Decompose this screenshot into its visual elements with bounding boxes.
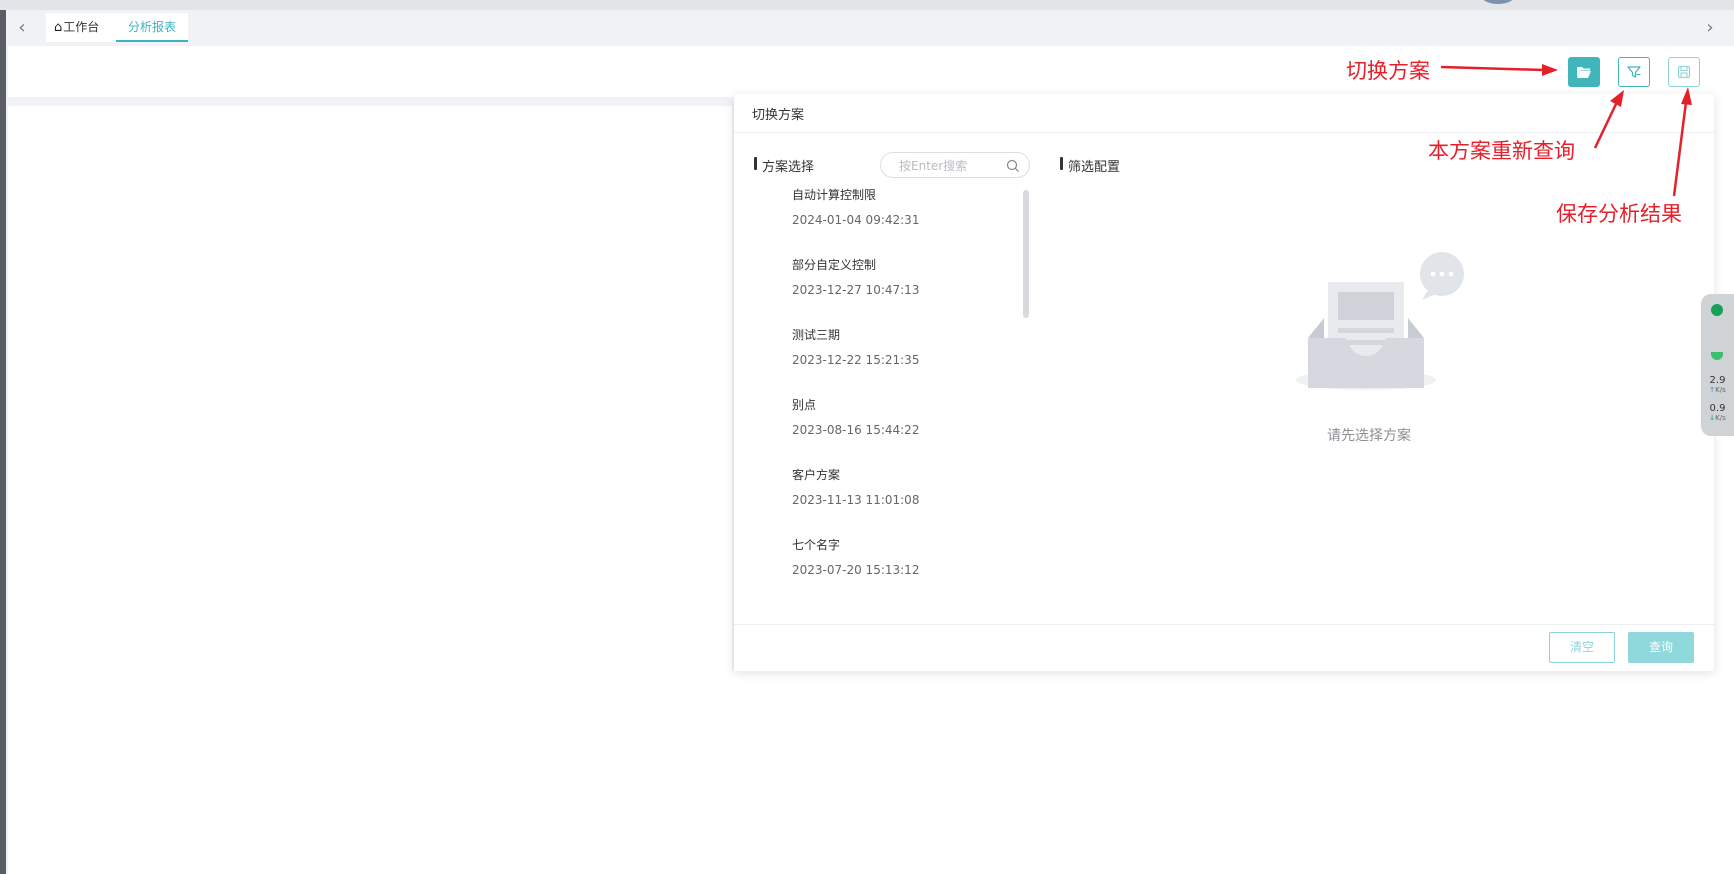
save-result-button[interactable] [1668, 57, 1700, 87]
download-speed-value: 0.9 [1709, 403, 1726, 414]
download-speed: 0.9 ↓K/s [1701, 404, 1734, 423]
plan-name: 客户方案 [792, 468, 841, 482]
upload-speed-value: 2.9 [1709, 375, 1726, 386]
search-icon[interactable] [1005, 158, 1021, 174]
save-icon [1677, 65, 1691, 79]
empty-inbox-illustration [1296, 252, 1464, 390]
plan-date: 2023-12-22 15:21:35 [792, 353, 920, 367]
plan-date: 2023-11-13 11:01:08 [792, 493, 920, 507]
toolbar [8, 46, 1714, 97]
tab-workbench-label: 工作台 [63, 20, 100, 34]
plan-list-item[interactable]: 自动计算控制限 2024-01-04 09:42:31 [790, 186, 1020, 256]
plan-search-input[interactable] [899, 157, 1003, 175]
plan-list-item[interactable]: 七个名字 2023-07-20 15:13:12 [790, 536, 1020, 606]
content-right-edge [1714, 46, 1734, 874]
dialog-footer-divider [734, 624, 1714, 625]
left-rail [0, 10, 6, 874]
dialog-title: 切换方案 [752, 108, 805, 123]
tab-workbench[interactable]: ⌂工作台 [46, 13, 119, 42]
tab-bar: ‹ ⌂工作台 分析报表 › [6, 10, 1734, 46]
dialog-divider [734, 132, 1714, 133]
chevron-left-icon[interactable]: ‹ [12, 18, 32, 38]
filter-icon [1627, 66, 1641, 78]
chevron-right-icon[interactable]: › [1700, 18, 1720, 38]
plan-list-scrollbar[interactable] [1023, 190, 1029, 318]
folder-open-icon [1577, 67, 1591, 78]
switch-plan-dialog: 切换方案 方案选择 自动计算控制限 2024-01-04 09:42:31 部分… [734, 94, 1714, 671]
upload-speed: 2.9 ↑K/s [1701, 376, 1734, 395]
plan-date: 2023-12-27 10:47:13 [792, 283, 920, 297]
plan-list: 自动计算控制限 2024-01-04 09:42:31 部分自定义控制 2023… [790, 186, 1030, 577]
plan-name: 自动计算控制限 [792, 188, 877, 202]
tab-analysis-report[interactable]: 分析报表 [116, 13, 188, 42]
annotation-requery: 本方案重新查询 [1428, 139, 1575, 163]
top-strip [0, 0, 1734, 10]
switch-plan-button[interactable] [1568, 57, 1600, 87]
filter-config-heading: 筛选配置 [1060, 156, 1120, 175]
plan-list-item[interactable]: 测试三期 2023-12-22 15:21:35 [790, 326, 1020, 396]
plan-name: 部分自定义控制 [792, 258, 877, 272]
clear-button[interactable]: 清空 [1549, 632, 1615, 663]
plan-list-item[interactable]: 部分自定义控制 2023-12-27 10:47:13 [790, 256, 1020, 326]
upload-speed-unit: K/s [1715, 386, 1726, 394]
status-indicator-icon [1711, 352, 1723, 360]
plan-list-item[interactable]: 别点 2023-08-16 15:44:22 [790, 396, 1020, 466]
download-speed-unit: K/s [1715, 414, 1726, 422]
plan-select-heading: 方案选择 [754, 156, 814, 175]
plan-list-item[interactable]: 客户方案 2023-11-13 11:01:08 [790, 466, 1020, 536]
query-button[interactable]: 查询 [1628, 632, 1694, 663]
plan-date: 2024-01-04 09:42:31 [792, 213, 920, 227]
plan-name: 七个名字 [792, 538, 841, 552]
tab-analysis-report-label: 分析报表 [127, 20, 176, 34]
status-dot-icon [1711, 304, 1723, 316]
content-bottom-area [732, 671, 1714, 874]
home-icon: ⌂ [54, 20, 63, 35]
plan-name: 别点 [792, 398, 817, 412]
plan-date: 2023-08-16 15:44:22 [792, 423, 920, 437]
plan-name: 测试三期 [792, 328, 841, 342]
plan-search-box[interactable] [880, 152, 1030, 178]
annotation-switch-plan: 切换方案 [1346, 59, 1430, 83]
network-speed-widget[interactable]: 2.9 ↑K/s 0.9 ↓K/s [1701, 294, 1734, 436]
requery-plan-button[interactable] [1618, 57, 1650, 87]
avatar[interactable] [1480, 0, 1516, 4]
plan-date: 2023-07-20 15:13:12 [792, 563, 920, 577]
annotation-save-result: 保存分析结果 [1556, 202, 1682, 226]
report-content-area [8, 106, 732, 874]
empty-state-text: 请先选择方案 [1327, 428, 1411, 444]
